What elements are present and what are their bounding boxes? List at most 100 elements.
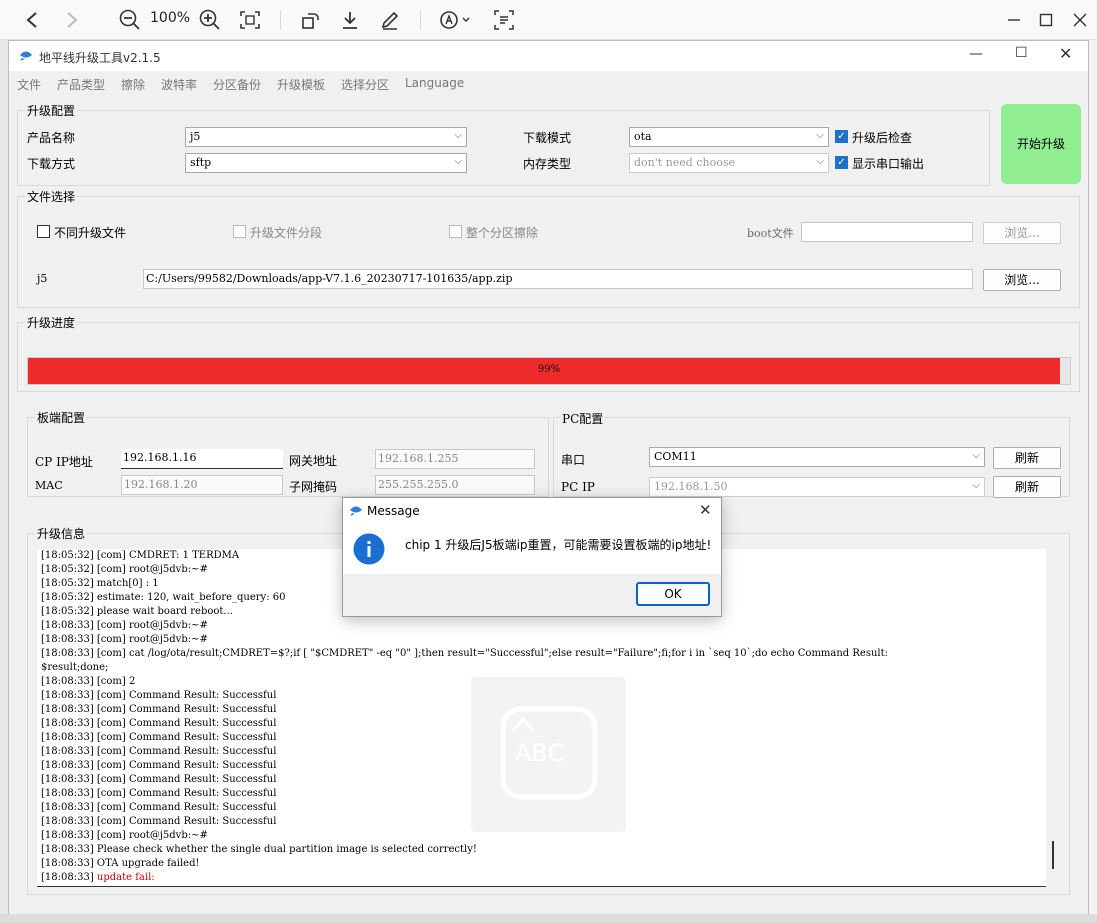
- rotate-icon[interactable]: [298, 8, 322, 32]
- browse-boot-button[interactable]: 浏览...: [983, 222, 1061, 244]
- subnet-mask-label: 子网掩码: [289, 480, 338, 494]
- menu-select-partition[interactable]: 选择分区: [341, 76, 389, 93]
- dialog-message: chip 1 升级后J5板端ip重置，可能需要设置板端的ip地址!: [405, 538, 712, 552]
- menu-language[interactable]: Language: [405, 76, 464, 90]
- ok-button[interactable]: OK: [636, 582, 710, 606]
- mac-label: MAC: [35, 479, 63, 492]
- gateway-input[interactable]: 192.168.1.255: [375, 449, 535, 469]
- upgrade-config-group: [17, 110, 990, 186]
- upgrade-config-title: 升级配置: [25, 102, 78, 119]
- viewer-toolbar: 100%: [0, 0, 1097, 40]
- log-line: [18:08:33] OTA upgrade failed!: [41, 858, 200, 869]
- app-logo-icon: [350, 506, 362, 516]
- cp-ip-input[interactable]: 192.168.1.16: [121, 449, 283, 469]
- upgrade-progress-bar: 99%: [27, 357, 1071, 385]
- log-line: [18:08:33] [com] root@j5dvb:~#: [41, 634, 208, 645]
- dialog-body: chip 1 升级后J5板端ip重置，可能需要设置板端的ip地址!: [343, 524, 721, 574]
- j5-file-path-input[interactable]: C:/Users/99582/Downloads/app-V7.1.6_2023…: [143, 269, 973, 289]
- download-icon[interactable]: [338, 8, 362, 32]
- chevron-down-icon: ⌵: [972, 450, 980, 461]
- dialog-close-icon[interactable]: ✕: [699, 501, 712, 519]
- board-config-title: 板端配置: [35, 409, 88, 426]
- download-method-label: 下载方式: [27, 157, 76, 171]
- menu-erase[interactable]: 擦除: [121, 76, 145, 93]
- download-mode-label: 下载模式: [523, 131, 572, 145]
- serial-port-select[interactable]: COM11 ⌵: [649, 447, 985, 467]
- maximize-icon[interactable]: [1034, 8, 1058, 32]
- taskbar-strip: [0, 914, 1097, 923]
- chevron-down-icon: ⌵: [454, 130, 462, 141]
- check-after-upgrade-checkbox[interactable]: ✓: [835, 130, 848, 143]
- segment-label: 升级文件分段: [250, 226, 323, 240]
- zoom-in-icon[interactable]: [198, 8, 222, 32]
- chevron-down-icon: ⌵: [816, 130, 824, 141]
- keyboard-abc-icon: ABC: [500, 706, 598, 800]
- memory-type-select[interactable]: don't need choose ⌵: [629, 153, 829, 173]
- memory-type-label: 内存类型: [523, 157, 572, 171]
- subnet-mask-input[interactable]: 255.255.255.0: [375, 475, 535, 495]
- immersive-reader-icon[interactable]: [492, 8, 516, 32]
- pc-ip-label: PC IP: [561, 480, 595, 494]
- log-line: [18:08:33] [com] cat /log/ota/result;CMD…: [41, 648, 888, 659]
- erase-partition-checkbox[interactable]: [449, 225, 462, 238]
- boot-file-label: boot文件: [747, 227, 794, 240]
- download-mode-select[interactable]: ota ⌵: [629, 127, 829, 147]
- forward-icon[interactable]: [60, 8, 84, 32]
- progress-title: 升级进度: [25, 314, 78, 331]
- erase-partition-label: 整个分区擦除: [466, 226, 539, 240]
- toolbar-divider: [280, 10, 281, 30]
- product-name-select[interactable]: j5 ⌵: [185, 127, 467, 147]
- close-icon[interactable]: [1068, 8, 1092, 32]
- chevron-down-icon: ⌵: [972, 480, 980, 491]
- toolbar-divider: [420, 10, 421, 30]
- draw-icon[interactable]: [378, 8, 402, 32]
- zoom-out-icon[interactable]: [118, 8, 142, 32]
- info-icon: [353, 533, 385, 565]
- progress-text: 99%: [537, 364, 561, 375]
- boot-file-input[interactable]: [801, 222, 973, 242]
- gateway-label: 网关地址: [289, 454, 338, 468]
- file-select-group: [17, 196, 1080, 308]
- ime-overlay: ABC: [471, 677, 626, 832]
- menu-bar: 文件 产品类型 擦除 波特率 分区备份 升级模板 选择分区 Language: [9, 71, 1088, 97]
- refresh-pc-ip-button[interactable]: 刷新: [993, 476, 1061, 498]
- app-maximize-icon[interactable]: ☐: [1015, 45, 1028, 61]
- start-upgrade-button[interactable]: 开始升级: [1001, 104, 1081, 184]
- fit-page-icon[interactable]: [238, 8, 262, 32]
- diff-files-checkbox[interactable]: [37, 225, 50, 238]
- segment-checkbox[interactable]: [233, 225, 246, 238]
- browse-j5-button[interactable]: 浏览...: [983, 269, 1061, 291]
- log-line: $result;done;: [41, 662, 109, 673]
- download-method-select[interactable]: sftp ⌵: [185, 153, 467, 173]
- dialog-title: Message: [367, 504, 420, 518]
- pc-ip-select[interactable]: 192.168.1.50 ⌵: [649, 477, 985, 497]
- product-name-label: 产品名称: [27, 131, 76, 145]
- menu-baud-rate[interactable]: 波特率: [161, 76, 197, 93]
- back-icon[interactable]: [20, 8, 44, 32]
- j5-file-label: j5: [37, 272, 48, 285]
- app-close-icon[interactable]: ✕: [1059, 44, 1072, 63]
- dialog-titlebar: Message ✕: [343, 498, 721, 524]
- show-serial-output-checkbox[interactable]: ✓: [835, 156, 848, 169]
- show-serial-output-label: 显示串口输出: [852, 157, 925, 171]
- check-after-upgrade-label: 升级后检查: [852, 131, 913, 145]
- app-logo-icon: [20, 51, 32, 61]
- menu-partition-backup[interactable]: 分区备份: [213, 76, 261, 93]
- log-scrollbar[interactable]: [1052, 841, 1054, 869]
- diff-files-label: 不同升级文件: [54, 226, 127, 240]
- read-aloud-icon[interactable]: [438, 8, 472, 32]
- message-dialog: Message ✕ chip 1 升级后J5板端ip重置，可能需要设置板端的ip…: [342, 497, 722, 617]
- zoom-level: 100%: [150, 10, 191, 26]
- menu-upgrade-template[interactable]: 升级模板: [277, 76, 325, 93]
- file-select-title: 文件选择: [25, 188, 78, 205]
- menu-file[interactable]: 文件: [17, 76, 41, 93]
- mac-input[interactable]: 192.168.1.20: [121, 475, 283, 495]
- log-error-text: update fail:: [96, 872, 155, 883]
- app-title: 地平线升级工具v2.1.5: [39, 51, 161, 65]
- chevron-down-icon: ⌵: [816, 156, 824, 167]
- app-minimize-icon[interactable]: —: [969, 46, 983, 62]
- log-line: [18:08:33] update fail:: [37, 871, 1046, 885]
- refresh-serial-button[interactable]: 刷新: [993, 447, 1061, 469]
- minimize-icon[interactable]: [1002, 8, 1026, 32]
- menu-product-type[interactable]: 产品类型: [57, 76, 105, 93]
